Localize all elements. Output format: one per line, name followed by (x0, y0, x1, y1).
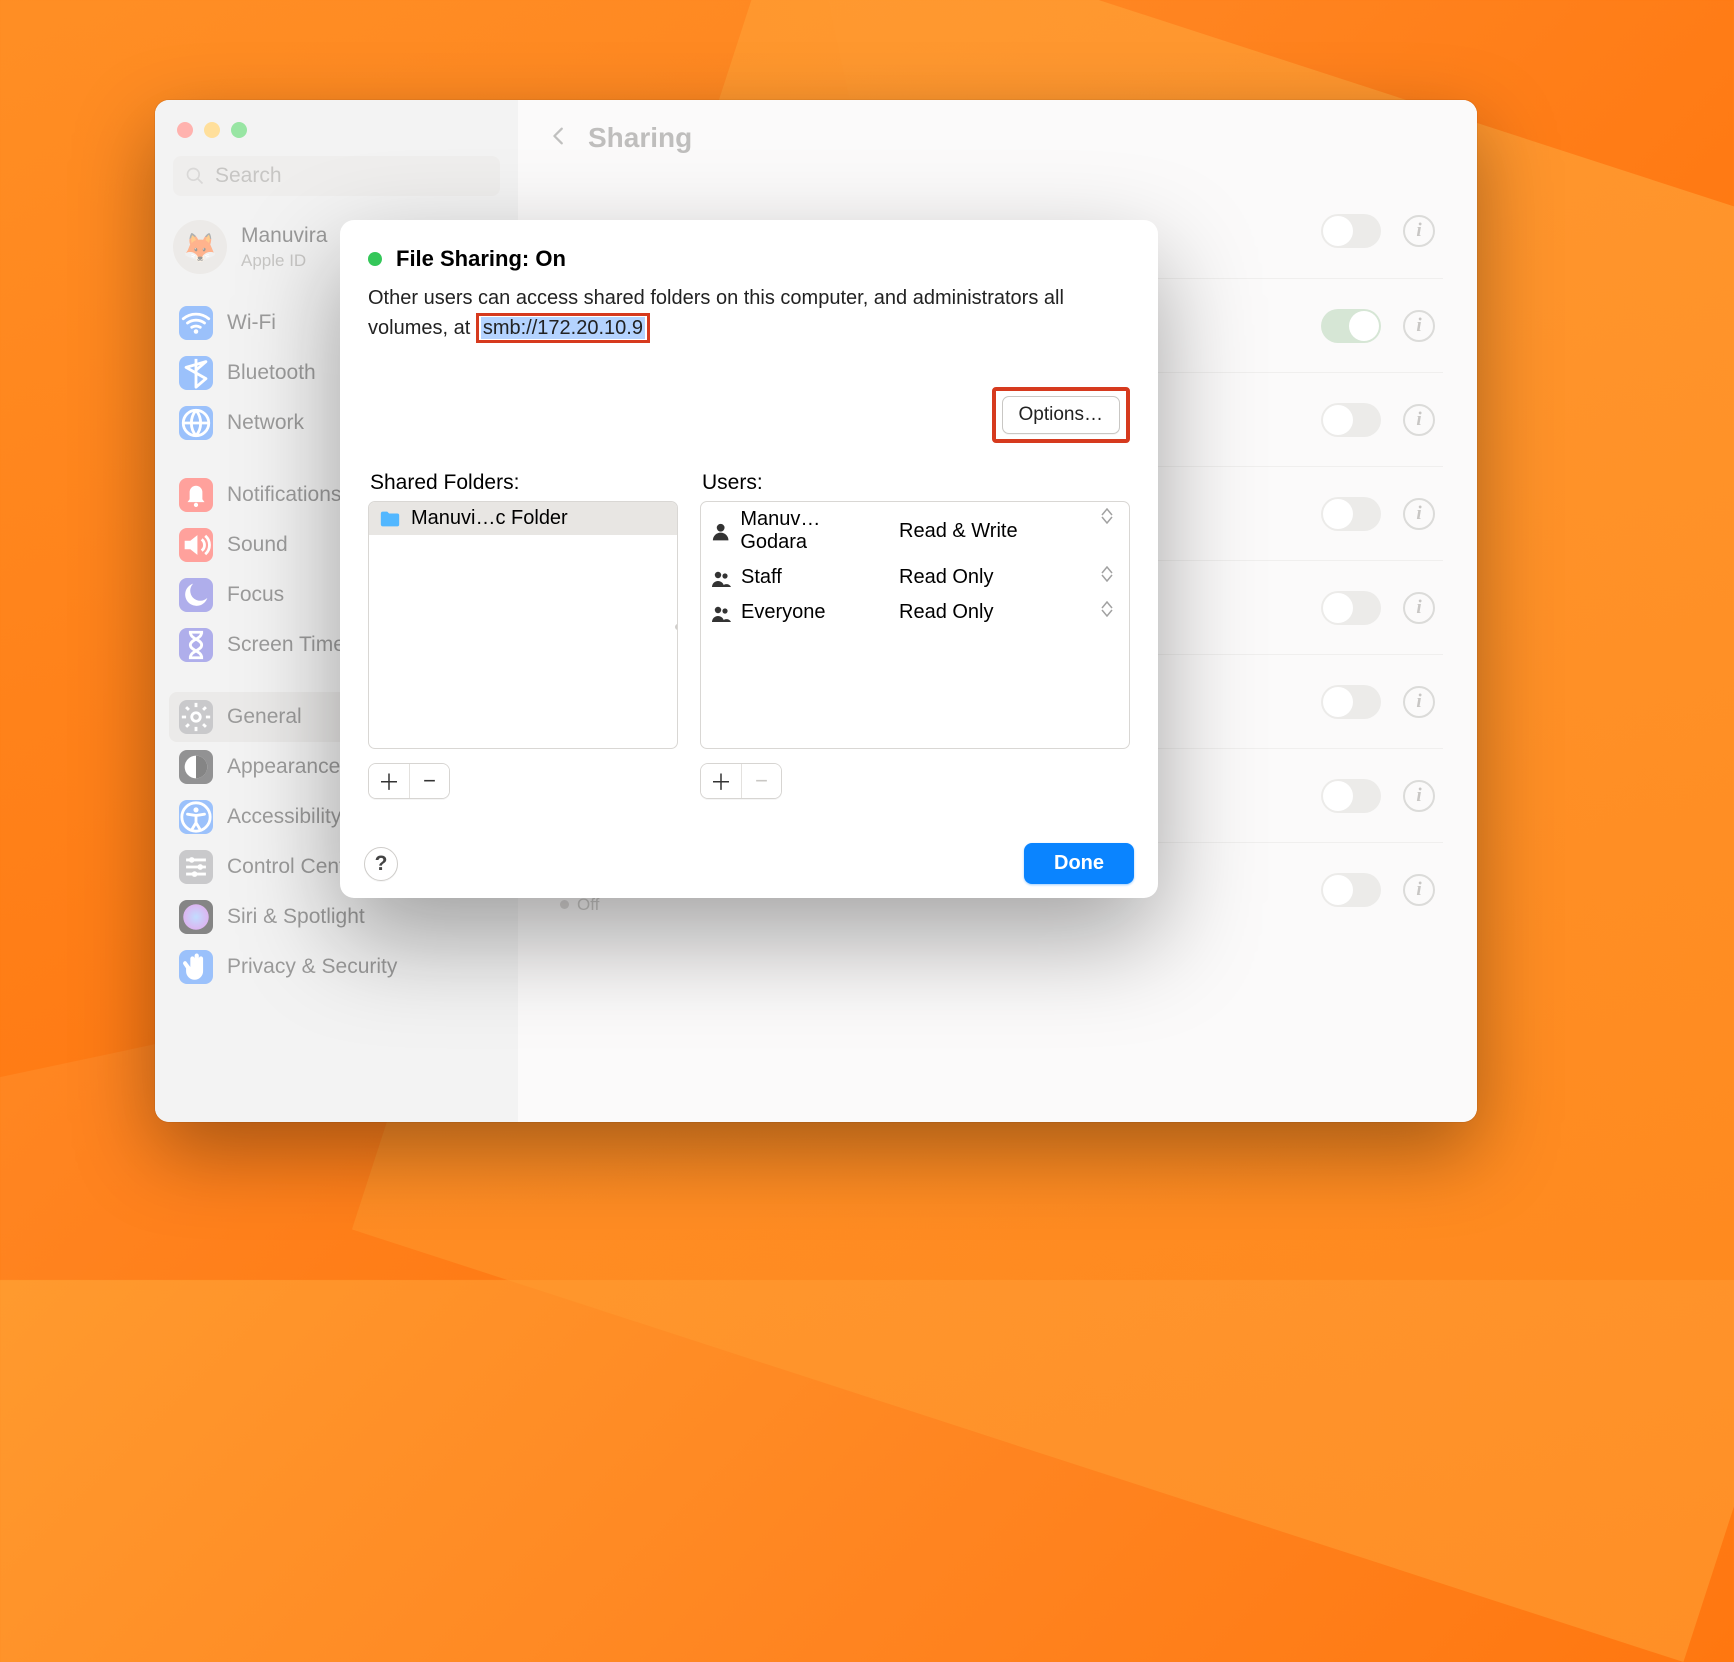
user-name: Manuv…Godara (740, 508, 883, 554)
permission-select[interactable]: Read Only (891, 560, 1101, 595)
options-highlight: Options… (992, 387, 1130, 443)
folder-row[interactable]: Manuvi…c Folder (369, 502, 677, 535)
users-label: Users: (702, 471, 1130, 495)
help-button[interactable]: ? (364, 847, 398, 881)
remove-user-button: − (741, 764, 781, 798)
resize-handle-icon[interactable] (675, 624, 678, 630)
smb-address[interactable]: smb://172.20.10.9 (481, 317, 645, 339)
permission-select[interactable]: Read & Write (891, 502, 1101, 560)
done-button[interactable]: Done (1024, 843, 1134, 884)
folder-name: Manuvi…c Folder (411, 507, 568, 530)
remove-folder-button[interactable]: − (409, 764, 449, 798)
folder-icon (379, 509, 401, 529)
file-sharing-modal: File Sharing: On Other users can access … (340, 220, 1158, 898)
shared-folders-label: Shared Folders: (370, 471, 678, 495)
stepper-icon[interactable] (1101, 502, 1129, 560)
user-row[interactable]: Staff (701, 560, 891, 595)
modal-title: File Sharing: On (396, 246, 566, 272)
stepper-icon[interactable] (1101, 560, 1129, 595)
stepper-icon[interactable] (1101, 595, 1129, 630)
options-button[interactable]: Options… (1002, 396, 1120, 434)
permission-select[interactable]: Read Only (891, 595, 1101, 630)
group-icon (709, 567, 733, 589)
user-name: Everyone (741, 601, 826, 624)
user-row[interactable]: Manuv…Godara (701, 502, 891, 560)
folders-add-remove: ＋ − (368, 763, 450, 799)
person-icon (709, 520, 732, 542)
add-folder-button[interactable]: ＋ (369, 764, 409, 798)
users-add-remove: ＋ − (700, 763, 782, 799)
user-row[interactable]: Everyone (701, 595, 891, 630)
user-name: Staff (741, 566, 782, 589)
group-icon (709, 602, 733, 624)
users-list[interactable]: Manuv…GodaraRead & Write Staff Read Only Ev… (700, 501, 1130, 749)
status-dot-icon (368, 252, 382, 266)
modal-description: Other users can access shared folders on… (368, 284, 1130, 343)
add-user-button[interactable]: ＋ (701, 764, 741, 798)
shared-folders-list[interactable]: Manuvi…c Folder (368, 501, 678, 749)
